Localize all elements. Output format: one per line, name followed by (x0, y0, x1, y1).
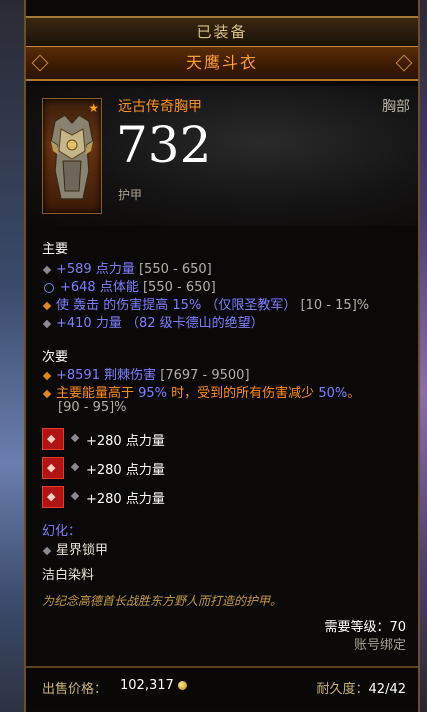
primary-stat-vitality: +648 点体能 [550 - 650] (44, 276, 216, 295)
item-slot: 胸部 (382, 99, 410, 115)
flavor-text: 为纪念高德首长战胜东方野人而打造的护甲。 (42, 594, 283, 608)
socket-gem-icon: ◆ (42, 486, 64, 508)
grey-bullet-icon (42, 319, 52, 328)
grey-bullet-icon (70, 462, 80, 471)
grey-bullet-icon (42, 546, 52, 555)
ornament-right-icon (395, 54, 413, 72)
socket-gem-icon: ◆ (42, 457, 64, 479)
socket-stat: +280 点力量 (86, 492, 165, 507)
socket-stat: +280 点力量 (86, 434, 165, 449)
socket-bullet (70, 459, 84, 474)
orange-bullet-icon (42, 389, 52, 398)
primary-stat-strength: +589 点力量 [550 - 650] (42, 258, 212, 277)
item-name-header: 天鹰斗衣 (26, 46, 418, 81)
orange-bullet-icon (42, 301, 52, 310)
primary-stat-skill: 使 轰击 的伤害提高 15% （仅限圣教军） [10 - 15]% (42, 294, 369, 313)
tooltip-footer: 出售价格： 102,317 耐久度：42/42 (26, 666, 418, 708)
item-tooltip: 已装备 天鹰斗衣 ★ 远古传奇胸甲 胸部 732 护甲 主要 +589 点力量 … (24, 0, 420, 712)
socket-bullet (70, 430, 84, 445)
transmog-value: 星界锁甲 (42, 539, 108, 558)
chest-armor-icon (50, 114, 94, 200)
item-icon-box: ★ (42, 98, 102, 214)
secondary-stat-legendary-range: [90 - 95]% (58, 400, 127, 415)
secondary-stat-legendary: 主要能量高于 95% 时，受到的所有伤害减少 50%。 (42, 382, 360, 401)
armor-label: 护甲 (118, 188, 143, 202)
secondary-stat-thorns: +8591 荆棘伤害 [7697 - 9500] (42, 364, 250, 383)
grey-bullet-icon (42, 265, 52, 274)
secondary-title: 次要 (42, 350, 69, 365)
account-bound: 账号绑定 (353, 638, 406, 653)
tooltip-body: ★ 远古传奇胸甲 胸部 732 护甲 主要 +589 点力量 [550 - 65… (26, 86, 418, 706)
primary-title: 主要 (42, 242, 69, 257)
ornament-left-icon (31, 54, 49, 72)
orange-bullet-icon (42, 371, 52, 380)
item-name: 天鹰斗衣 (185, 53, 258, 72)
sell-price-value: 102,317 (120, 678, 187, 693)
primary-stat-cube: +410 力量 （82 级卡德山的绝望） (42, 312, 264, 331)
dye-name: 洁白染料 (42, 568, 95, 583)
equipped-header: 已装备 (26, 16, 418, 47)
transmog-title: 幻化： (42, 524, 82, 539)
socket-gem-icon: ◆ (42, 428, 64, 450)
required-level: 需要等级：70 (324, 620, 406, 635)
grey-bullet-icon (70, 433, 80, 442)
sell-price-label: 出售价格： (42, 682, 108, 697)
item-type: 远古传奇胸甲 (118, 99, 202, 115)
socket-stat: +280 点力量 (86, 463, 165, 478)
gold-coin-icon (177, 681, 187, 690)
durability: 耐久度：42/42 (316, 682, 406, 697)
armor-value: 732 (116, 116, 212, 174)
enchant-ring-icon (44, 282, 54, 293)
grey-bullet-icon (70, 491, 80, 500)
socket-bullet (70, 488, 84, 503)
